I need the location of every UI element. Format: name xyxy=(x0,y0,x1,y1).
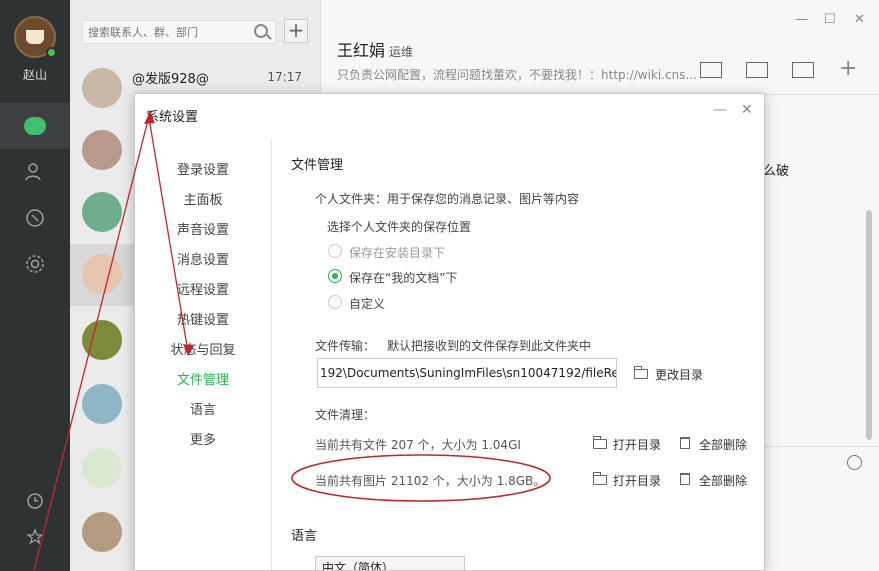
nav-main-panel[interactable]: 主面板 xyxy=(135,189,271,208)
search-input[interactable] xyxy=(82,20,276,44)
search-icon[interactable] xyxy=(254,24,268,38)
minimize-icon[interactable]: — xyxy=(795,12,808,27)
popout-icon[interactable] xyxy=(792,62,814,78)
folder-icon xyxy=(593,436,607,449)
open-files-directory-button[interactable]: 打开目录 xyxy=(613,436,661,453)
file-transfer-path-field[interactable]: 192\Documents\SuningImFiles\sn10047192/f… xyxy=(317,358,617,388)
close-icon[interactable]: ✕ xyxy=(741,102,753,118)
dialog-title: 系统设置 xyxy=(146,110,199,125)
close-icon[interactable]: ✕ xyxy=(854,12,865,27)
add-button[interactable]: + xyxy=(284,19,308,43)
contact-avatar xyxy=(82,320,122,360)
contacts-icon xyxy=(25,163,41,181)
nav-status-reply[interactable]: 状态与回复 xyxy=(135,339,271,358)
nav-sound-settings[interactable]: 声音设置 xyxy=(135,219,271,238)
delete-all-files-button[interactable]: 全部删除 xyxy=(699,436,747,453)
user-avatar[interactable] xyxy=(14,16,57,58)
radio-custom[interactable] xyxy=(328,295,342,309)
contact-avatar xyxy=(82,254,122,294)
rail-contacts[interactable] xyxy=(0,149,70,195)
group-avatar xyxy=(82,192,122,232)
group-avatar xyxy=(82,512,122,552)
coffee-cup-icon xyxy=(26,30,44,44)
online-status-dot xyxy=(46,47,57,58)
choose-location-label: 选择个人文件夹的保存位置 xyxy=(327,220,472,234)
delete-all-images-button[interactable]: 全部删除 xyxy=(699,472,747,489)
rail-favorites[interactable] xyxy=(0,514,70,560)
chat-subtitle: 只负责公网配置，流程问题找董欢，不要找我！：http://wiki.cns... xyxy=(337,68,697,82)
nav-more[interactable]: 更多 xyxy=(135,429,271,448)
star-icon xyxy=(26,528,44,545)
trash-icon xyxy=(680,437,690,449)
group-avatar xyxy=(82,68,122,108)
contact-avatar xyxy=(82,448,122,488)
settings-dialog: 系统设置 — ✕ 登录设置 主面板 声音设置 消息设置 远程设置 热键设置 状态… xyxy=(134,93,765,571)
scrollbar[interactable] xyxy=(866,210,872,440)
gear-icon xyxy=(26,255,44,273)
rail-apps[interactable] xyxy=(0,195,70,241)
chat-contact-name: 王红娟 xyxy=(337,41,386,60)
nav-remote-settings[interactable]: 远程设置 xyxy=(135,279,271,298)
section-title-language: 语言 xyxy=(291,529,318,544)
message-text: 么破 xyxy=(763,164,790,179)
clock-icon xyxy=(27,493,43,509)
rail-messages[interactable] xyxy=(0,103,70,149)
chat-contact-role: 运维 xyxy=(389,45,414,59)
add-icon[interactable]: + xyxy=(839,56,857,81)
section-title-file-management: 文件管理 xyxy=(291,158,344,173)
divider xyxy=(271,140,272,570)
trash-icon xyxy=(680,473,690,485)
mail-icon[interactable] xyxy=(700,62,722,78)
radio-my-documents[interactable] xyxy=(328,269,342,283)
folder-icon xyxy=(593,472,607,485)
radio-my-documents-label: 保存在“我的文档”下 xyxy=(349,271,458,285)
files-summary: 当前共有文件 207 个，大小为 1.04GI xyxy=(315,438,521,452)
file-cleanup-label: 文件清理： xyxy=(315,408,376,422)
radio-install-dir[interactable] xyxy=(328,244,342,258)
chat-bubble-icon xyxy=(24,117,46,135)
maximize-icon[interactable]: ☐ xyxy=(824,12,836,27)
screen-share-icon[interactable] xyxy=(746,62,768,78)
chat-title: 王红娟 运维 xyxy=(337,37,413,61)
minimize-icon[interactable]: — xyxy=(713,102,727,118)
nav-hotkey-settings[interactable]: 热键设置 xyxy=(135,309,271,328)
file-transfer-desc: 默认把接收到的文件保存到此文件夹中 xyxy=(387,339,592,353)
nav-file-management[interactable]: 文件管理 xyxy=(135,369,271,388)
file-transfer-label: 文件传输： xyxy=(315,339,376,353)
open-images-directory-button[interactable]: 打开目录 xyxy=(613,472,661,489)
nav-language[interactable]: 语言 xyxy=(135,399,271,418)
compass-icon xyxy=(26,209,44,227)
folder-icon xyxy=(634,366,648,379)
language-select[interactable]: 中文（简体） xyxy=(315,556,465,570)
nav-message-settings[interactable]: 消息设置 xyxy=(135,249,271,268)
conversation-time: 17:17 xyxy=(267,70,302,84)
group-avatar xyxy=(82,130,122,170)
change-directory-button[interactable]: 更改目录 xyxy=(655,366,703,383)
radio-custom-label: 自定义 xyxy=(349,297,386,311)
images-summary: 当前共有图片 21102 个，大小为 1.8GB。 xyxy=(315,474,546,488)
history-clock-icon[interactable] xyxy=(847,455,862,470)
left-rail: 赵山 xyxy=(0,0,70,571)
rail-settings[interactable] xyxy=(0,241,70,287)
conversation-name: @发版928@ xyxy=(132,72,209,87)
user-name: 赵山 xyxy=(22,68,47,82)
radio-install-dir-label: 保存在安装目录下 xyxy=(349,246,446,260)
personal-folder-label: 个人文件夹：用于保存您的消息记录、图片等内容 xyxy=(315,192,580,206)
contact-avatar xyxy=(82,384,122,424)
nav-login-settings[interactable]: 登录设置 xyxy=(135,159,271,178)
